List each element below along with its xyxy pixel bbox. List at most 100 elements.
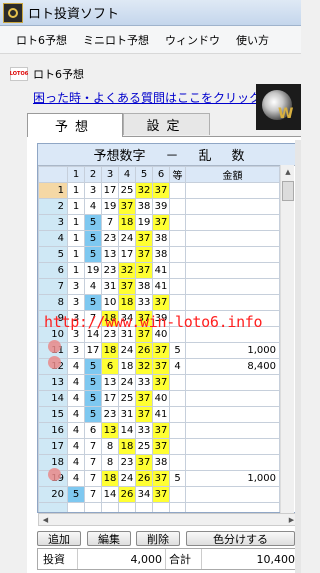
number-cell: 5 <box>84 406 102 423</box>
grid-header-cell: 2 <box>84 166 102 183</box>
number-cell: 37 <box>135 406 153 423</box>
table-row[interactable]: 113171824263751,000 <box>38 342 280 359</box>
marker-dot <box>48 340 61 353</box>
number-cell: 3 <box>67 342 85 359</box>
number-cell: 4 <box>84 198 102 215</box>
number-cell: 4 <box>67 406 85 423</box>
table-row[interactable]: 4 1 5 23 24 37 38 <box>38 230 280 247</box>
rank-cell: 4 <box>169 358 186 375</box>
number-cell: 37 <box>152 422 170 439</box>
menu-window[interactable]: ウィンドウ <box>157 32 228 48</box>
table-row[interactable]: 18 4 7 8 23 37 38 <box>38 454 280 471</box>
number-cell: 37 <box>152 214 170 231</box>
rank-cell <box>169 294 186 311</box>
number-cell: 38 <box>152 230 170 247</box>
grid-header-cell <box>38 166 68 183</box>
rank-cell <box>169 438 186 455</box>
table-row[interactable]: 7 3 4 31 37 38 41 <box>38 278 280 295</box>
number-cell: 37 <box>152 374 170 391</box>
grid-title: 予想数字 － 乱 数 <box>38 144 298 166</box>
rank-cell <box>169 214 186 231</box>
amount-cell <box>185 438 280 455</box>
grid-horizontal-scrollbar[interactable]: ◀ ▶ <box>38 513 299 526</box>
total-label: 合計 <box>166 549 202 569</box>
table-row[interactable]: 13 4 5 13 24 33 37 <box>38 374 280 391</box>
table-row[interactable]: 1 1 3 17 25 32 37 <box>38 182 280 199</box>
table-row[interactable]: 3 1 5 7 18 19 37 <box>38 214 280 231</box>
table-row[interactable]: 5 1 5 13 17 37 38 <box>38 246 280 263</box>
banner-image[interactable]: W <box>256 84 301 130</box>
tab-settei[interactable]: 設定 <box>123 113 210 135</box>
tab-yosou[interactable]: 予想 <box>27 113 123 137</box>
number-cell: 37 <box>135 246 153 263</box>
table-row[interactable]: 17 4 7 8 18 25 37 <box>38 438 280 455</box>
total-value: 10,400 <box>256 552 296 566</box>
empty-row[interactable] <box>38 502 280 512</box>
grid-header-cell: 3 <box>101 166 119 183</box>
table-row[interactable]: 1245618323748,400 <box>38 358 280 375</box>
empty-cell <box>101 502 119 512</box>
number-cell: 14 <box>101 486 119 503</box>
empty-cell <box>118 502 136 512</box>
empty-cell <box>152 502 170 512</box>
number-cell: 8 <box>101 438 119 455</box>
number-cell: 1 <box>67 246 85 263</box>
number-cell: 3 <box>67 294 85 311</box>
number-cell: 1 <box>67 182 85 199</box>
table-row[interactable]: 8 3 5 10 18 33 37 <box>38 294 280 311</box>
amount-cell <box>185 454 280 471</box>
table-row[interactable]: 6 1 19 23 32 37 41 <box>38 262 280 279</box>
invest-value: 4,000 <box>78 549 166 569</box>
edit-button[interactable]: 編集 <box>87 531 131 546</box>
table-row[interactable]: 2 1 4 19 37 38 39 <box>38 198 280 215</box>
add-button[interactable]: 追加 <box>37 531 81 546</box>
number-cell: 24 <box>118 470 136 487</box>
help-link[interactable]: 困った時・よくある質問はここをクリック <box>33 89 261 106</box>
number-cell: 5 <box>84 230 102 247</box>
number-cell: 33 <box>135 422 153 439</box>
rank-cell <box>169 422 186 439</box>
number-cell: 37 <box>135 230 153 247</box>
row-number: 17 <box>38 438 68 455</box>
amount-cell <box>185 294 280 311</box>
scroll-left-icon[interactable]: ◀ <box>39 514 52 525</box>
table-row[interactable]: 19471824263751,000 <box>38 470 280 487</box>
number-cell: 34 <box>135 486 153 503</box>
child-window-title: ロト6予想 <box>33 68 84 81</box>
menu-loto6-yosou[interactable]: ロト6予想 <box>8 32 75 48</box>
colorize-button[interactable]: 色分けする <box>186 531 295 546</box>
number-cell: 5 <box>84 390 102 407</box>
grid-title-part: 乱 <box>198 149 212 164</box>
row-number: 15 <box>38 406 68 423</box>
row-number: 3 <box>38 214 68 231</box>
number-cell: 5 <box>84 246 102 263</box>
number-cell: 31 <box>101 278 119 295</box>
grid-header-row: 1 2 3 4 5 6 等 金額 <box>38 166 280 183</box>
menu-miniloto-yosou[interactable]: ミニロト予想 <box>75 32 157 48</box>
row-number: 7 <box>38 278 68 295</box>
grid-vertical-scrollbar[interactable]: ▲ <box>280 165 294 513</box>
table-row[interactable]: 16 4 6 13 14 33 37 <box>38 422 280 439</box>
number-cell: 18 <box>101 342 119 359</box>
menu-usage[interactable]: 使い方 <box>228 32 277 48</box>
window-titlebar: ロト投資ソフト <box>0 0 301 26</box>
number-cell: 7 <box>84 438 102 455</box>
number-cell: 37 <box>118 278 136 295</box>
table-row[interactable]: 14 4 5 17 25 37 40 <box>38 390 280 407</box>
rank-cell <box>169 454 186 471</box>
number-cell: 1 <box>67 214 85 231</box>
scrollbar-thumb[interactable] <box>282 181 294 201</box>
rank-cell: 5 <box>169 342 186 359</box>
delete-button[interactable]: 削除 <box>136 531 180 546</box>
number-cell: 37 <box>152 486 170 503</box>
table-row[interactable]: 20 5 7 14 26 34 37 <box>38 486 280 503</box>
row-number: 16 <box>38 422 68 439</box>
number-cell: 6 <box>84 422 102 439</box>
number-cell: 4 <box>84 278 102 295</box>
scroll-up-icon[interactable]: ▲ <box>281 165 295 179</box>
row-number: 8 <box>38 294 68 311</box>
number-cell: 7 <box>84 486 102 503</box>
table-row[interactable]: 15 4 5 23 31 37 41 <box>38 406 280 423</box>
number-cell: 19 <box>101 198 119 215</box>
rank-cell <box>169 230 186 247</box>
